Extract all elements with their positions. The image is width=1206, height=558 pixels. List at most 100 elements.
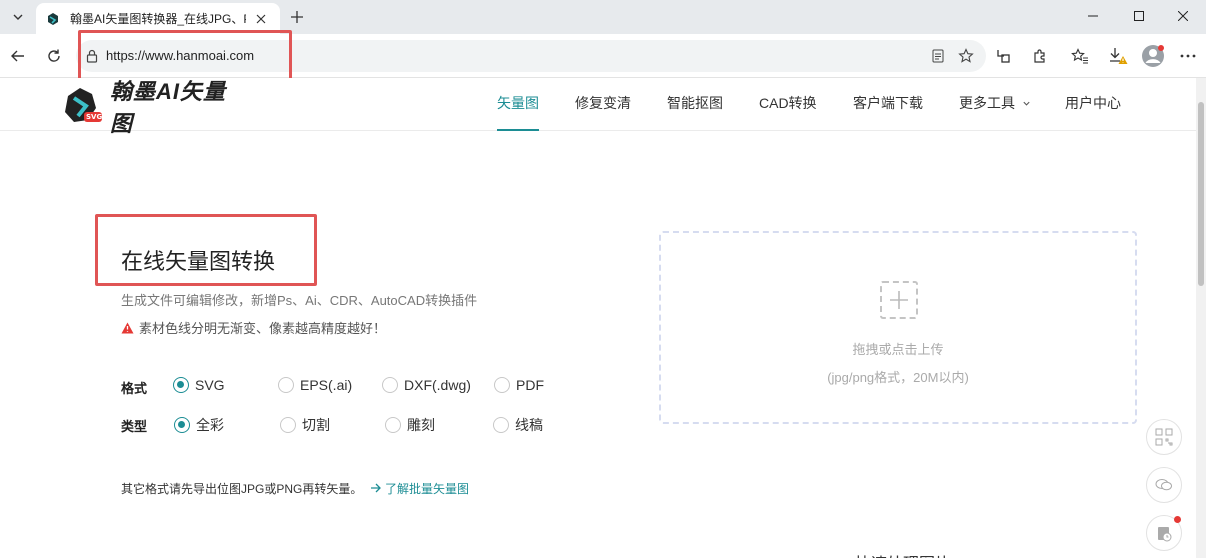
downloads-button[interactable] xyxy=(1104,42,1132,70)
format-option-pdf[interactable]: PDF xyxy=(494,377,544,393)
settings-menu-button[interactable] xyxy=(1174,42,1202,70)
reader-mode-button[interactable] xyxy=(928,46,948,66)
qrcode-icon xyxy=(1155,428,1173,446)
star-icon xyxy=(958,48,974,63)
tab-strip: 翰墨AI矢量图转换器_在线JPG、PNG xyxy=(0,0,1206,34)
refresh-button[interactable] xyxy=(40,42,68,70)
note-text: 其它格式请先导出位图JPG或PNG再转矢量。 xyxy=(121,482,363,496)
nav-label: 更多工具 xyxy=(959,95,1015,111)
format-option-eps[interactable]: EPS(.ai) xyxy=(278,377,352,393)
radio-unchecked xyxy=(385,417,401,433)
format-option-dxf[interactable]: DXF(.dwg) xyxy=(382,377,471,393)
upload-plus-icon xyxy=(880,281,918,319)
nav-label: 智能抠图 xyxy=(667,95,723,111)
warning-text: 素材色线分明无渐变、像素越高精度越好！ xyxy=(139,321,387,336)
logo-text: 翰墨AI矢量图 xyxy=(110,79,227,136)
clipboard-clock-icon xyxy=(1158,527,1172,542)
tab-close-button[interactable] xyxy=(252,10,270,28)
close-icon xyxy=(256,14,266,23)
favorite-star-button[interactable] xyxy=(956,46,976,66)
page-subtitle: 生成文件可编辑修改，新增Ps、Ai、CDR、AutoCAD转换插件 xyxy=(121,293,478,308)
nav-label: 修复变清 xyxy=(575,95,631,111)
chevron-down-icon xyxy=(1023,101,1030,106)
back-button[interactable] xyxy=(4,42,32,70)
chat-icon xyxy=(1155,479,1172,491)
upload-text: 拖拽或点击上传 xyxy=(852,342,944,357)
radio-label: EPS(.ai) xyxy=(300,377,353,393)
puzzle-icon xyxy=(1034,49,1045,63)
radio-label: 切割 xyxy=(302,417,330,433)
type-option-engrave[interactable]: 雕刻 xyxy=(385,415,435,435)
nav-client-download[interactable]: 客户端下载 xyxy=(853,78,923,131)
download-warning-icon xyxy=(1110,48,1128,64)
profile-button[interactable] xyxy=(1139,42,1167,70)
close-icon xyxy=(1178,11,1188,21)
minimize-button[interactable] xyxy=(1070,0,1116,32)
radio-unchecked xyxy=(280,417,296,433)
chat-float-button[interactable] xyxy=(1146,467,1182,503)
title-highlight-box xyxy=(95,214,317,286)
nav-label: 客户端下载 xyxy=(853,95,923,111)
radio-unchecked xyxy=(278,377,294,393)
warning-icon xyxy=(121,322,134,333)
radio-unchecked xyxy=(493,417,509,433)
type-option-line-art[interactable]: 线稿 xyxy=(493,415,543,435)
nav-user-center[interactable]: 用户中心 xyxy=(1065,78,1121,131)
logo-mark: SVG xyxy=(62,86,104,126)
chevron-down-icon xyxy=(13,14,23,20)
warning-line: 素材色线分明无渐变、像素越高精度越好！ xyxy=(121,318,386,337)
refresh-icon xyxy=(48,49,60,62)
upload-hint: (jpg/png格式，20M以内) xyxy=(827,370,969,385)
clipboard-float-button[interactable] xyxy=(1146,515,1182,551)
web-page: SVG 翰墨AI矢量图 矢量图 修复变清 智能抠图 CAD转换 客户端下载 更多… xyxy=(0,78,1206,558)
radio-unchecked xyxy=(382,377,398,393)
radio-label: 全彩 xyxy=(196,417,224,433)
split-screen-icon xyxy=(997,50,1010,63)
radio-label: 线稿 xyxy=(515,417,543,433)
radio-checked xyxy=(174,417,190,433)
avatar-icon xyxy=(1142,45,1164,67)
reader-icon xyxy=(932,49,944,63)
type-option-cut[interactable]: 切割 xyxy=(280,415,330,435)
nav-more-tools[interactable]: 更多工具 xyxy=(959,78,1031,131)
format-label: 格式 xyxy=(121,381,148,396)
extensions-button[interactable] xyxy=(1026,42,1054,70)
radio-label: DXF(.dwg) xyxy=(404,377,471,393)
nav-active-underline xyxy=(497,129,539,131)
page-scrollbar[interactable] xyxy=(1196,78,1206,558)
arrow-left-icon xyxy=(11,50,24,62)
nav-vector[interactable]: 矢量图 xyxy=(497,78,539,131)
nav-restore[interactable]: 修复变清 xyxy=(575,78,631,131)
tab-title: 翰墨AI矢量图转换器_在线JPG、PNG xyxy=(70,12,246,26)
format-option-svg[interactable]: SVG xyxy=(173,377,225,393)
nav-label: 用户中心 xyxy=(1065,95,1121,111)
link-label: 了解批量矢量图 xyxy=(385,482,470,496)
notification-dot xyxy=(1174,516,1181,523)
batch-vector-link[interactable]: 了解批量矢量图 xyxy=(370,482,469,496)
nav-label: 矢量图 xyxy=(497,95,539,111)
more-horizontal-icon xyxy=(1180,54,1196,58)
tab-list-button[interactable] xyxy=(6,5,30,29)
minimize-icon xyxy=(1088,15,1098,17)
site-header: SVG 翰墨AI矢量图 矢量图 修复变清 智能抠图 CAD转换 客户端下载 更多… xyxy=(0,78,1196,136)
format-note: 其它格式请先导出位图JPG或PNG再转矢量。 了解批量矢量图 xyxy=(121,480,469,497)
plus-icon xyxy=(890,291,908,309)
arrow-right-icon xyxy=(370,483,381,493)
new-tab-button[interactable] xyxy=(286,6,308,28)
nav-cutout[interactable]: 智能抠图 xyxy=(667,78,723,131)
scrollbar-thumb[interactable] xyxy=(1198,102,1204,286)
qrcode-float-button[interactable] xyxy=(1146,419,1182,455)
maximize-icon xyxy=(1134,11,1144,21)
upload-dropzone[interactable]: 拖拽或点击上传 (jpg/png格式，20M以内) xyxy=(659,231,1137,424)
type-option-full-color[interactable]: 全彩 xyxy=(174,415,224,435)
radio-checked xyxy=(173,377,189,393)
plus-icon xyxy=(291,11,303,23)
favorites-button[interactable] xyxy=(1066,42,1094,70)
window-close-button[interactable] xyxy=(1160,0,1206,32)
hanmo-favicon-icon xyxy=(48,12,58,25)
radio-label: PDF xyxy=(516,377,544,393)
maximize-button[interactable] xyxy=(1116,0,1162,32)
split-screen-button[interactable] xyxy=(989,42,1017,70)
site-logo[interactable]: SVG 翰墨AI矢量图 xyxy=(62,79,242,136)
nav-cad[interactable]: CAD转换 xyxy=(759,78,817,131)
